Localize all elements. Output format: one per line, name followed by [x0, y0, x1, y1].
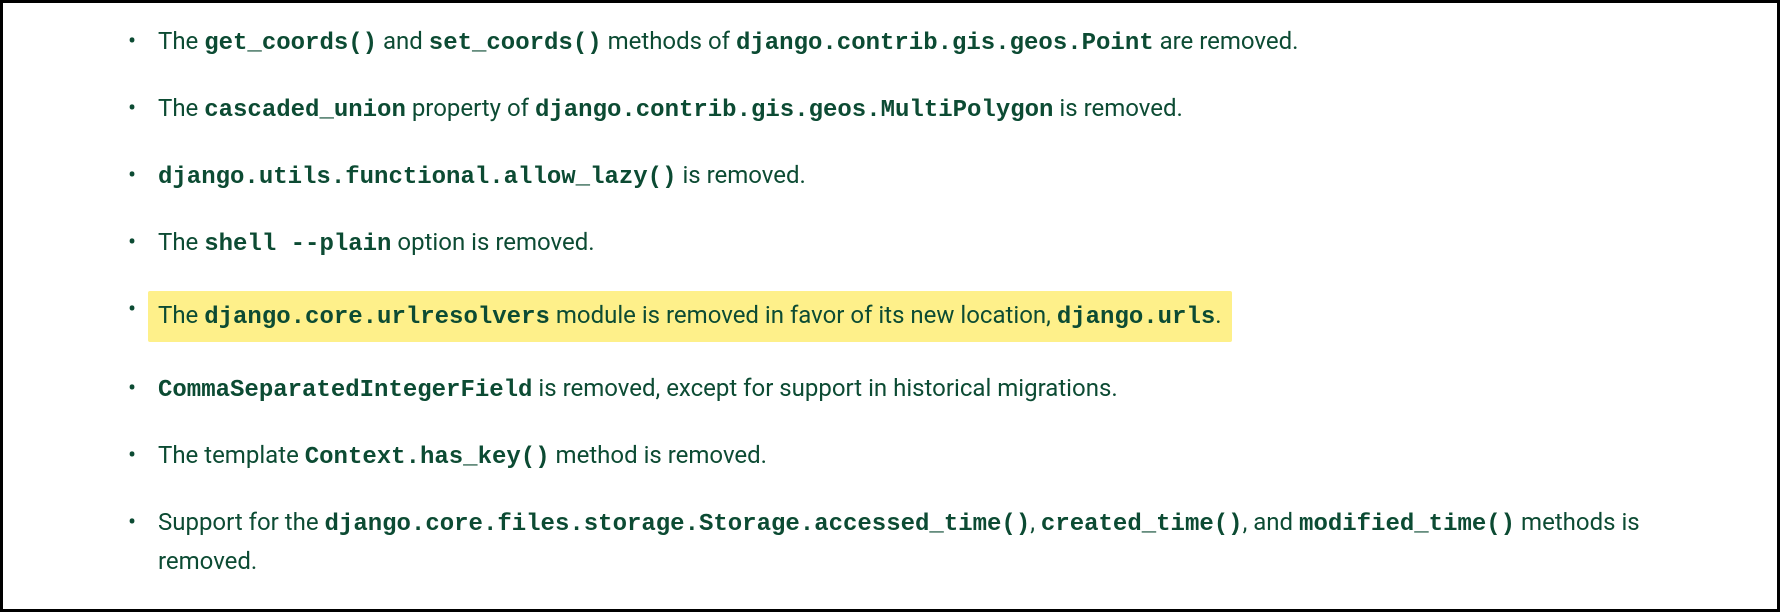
code-text: set_coords() [429, 30, 602, 57]
code-text: get_coords() [204, 30, 377, 57]
code-text: django.core.files.storage.Storage.access… [325, 511, 1031, 538]
plain-text: The [158, 27, 204, 55]
code-text: created_time() [1041, 511, 1243, 538]
changelog-item: Support for the django.core.files.storag… [128, 504, 1737, 579]
changelog-item: The get_coords() and set_coords() method… [128, 23, 1737, 62]
code-text: cascaded_union [204, 97, 406, 124]
changelog-item: The template Context.has_key() method is… [128, 437, 1737, 476]
code-text: django.urls [1057, 304, 1215, 331]
plain-text: , and [1243, 508, 1299, 536]
plain-text: The template [158, 441, 305, 469]
plain-text: Support for the [158, 508, 325, 536]
plain-text: methods of [602, 27, 736, 55]
plain-text: is removed. [1053, 94, 1182, 122]
plain-text: The [158, 94, 204, 122]
changelog-item: The shell --plain option is removed. [128, 224, 1737, 263]
code-text: shell --plain [204, 231, 391, 258]
changelog-item: django.utils.functional.allow_lazy() is … [128, 157, 1737, 196]
code-text: django.contrib.gis.geos.Point [736, 30, 1154, 57]
plain-text: is removed, except for support in histor… [532, 374, 1117, 402]
plain-text: The [158, 301, 204, 329]
plain-text: and [377, 27, 429, 55]
code-text: CommaSeparatedIntegerField [158, 377, 532, 404]
code-text: django.core.urlresolvers [204, 304, 550, 331]
plain-text: is removed. [676, 161, 805, 189]
code-text: django.utils.functional.allow_lazy() [158, 164, 676, 191]
plain-text: module is removed in favor of its new lo… [550, 301, 1057, 329]
plain-text: . [1215, 301, 1221, 329]
changelog-list: The get_coords() and set_coords() method… [43, 23, 1737, 579]
changelog-item: CommaSeparatedIntegerField is removed, e… [128, 370, 1737, 409]
plain-text: method is removed. [550, 441, 767, 469]
plain-text: option is removed. [391, 228, 594, 256]
code-text: Context.has_key() [305, 444, 550, 471]
plain-text: , [1030, 508, 1041, 536]
changelog-item: The cascaded_union property of django.co… [128, 90, 1737, 129]
highlighted-item: The django.core.urlresolvers module is r… [148, 291, 1232, 342]
plain-text: property of [406, 94, 535, 122]
changelog-item: The django.core.urlresolvers module is r… [128, 291, 1737, 342]
code-text: modified_time() [1299, 511, 1515, 538]
document-container: The get_coords() and set_coords() method… [0, 0, 1780, 612]
plain-text: are removed. [1154, 27, 1299, 55]
code-text: django.contrib.gis.geos.MultiPolygon [535, 97, 1053, 124]
plain-text: The [158, 228, 204, 256]
